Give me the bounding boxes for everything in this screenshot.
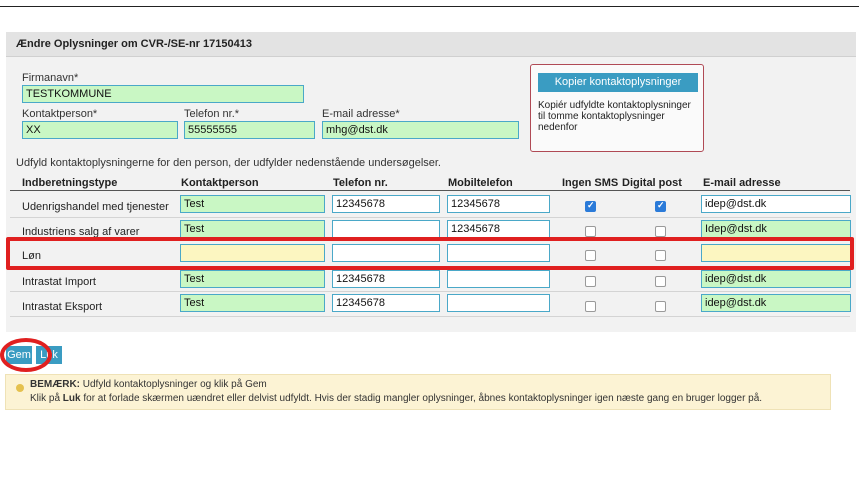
row-phone-input[interactable] (332, 294, 440, 312)
col-header-contact: Kontaktperson (181, 177, 259, 189)
firmanavn-label: Firmanavn* (22, 72, 79, 84)
row-type-label: Intrastat Import (22, 276, 96, 288)
row-mobile-input[interactable] (447, 220, 550, 238)
notice-line-2-prefix: Klik på (30, 393, 63, 404)
col-header-digital-post: Digital post (622, 177, 682, 189)
digital-post-checkbox[interactable] (655, 200, 666, 212)
highlight-circle (0, 338, 52, 372)
contact-person-label: Kontaktperson* (22, 108, 98, 120)
row-divider (10, 316, 850, 317)
row-email-input[interactable] (701, 195, 851, 213)
row-phone-input[interactable] (332, 220, 440, 238)
row-contact-input[interactable] (180, 294, 325, 312)
row-email-input[interactable] (701, 270, 851, 288)
row-divider (10, 217, 850, 218)
row-type-label: Intrastat Eksport (22, 301, 103, 313)
notice-box: BEMÆRK: Udfyld kontaktoplysninger og kli… (5, 374, 831, 410)
email-input[interactable] (322, 121, 519, 139)
no-sms-checkbox[interactable] (585, 301, 596, 312)
firmanavn-input[interactable] (22, 85, 304, 103)
row-mobile-input[interactable] (447, 270, 550, 288)
digital-post-checkbox[interactable] (655, 226, 666, 237)
panel-header: Ændre Oplysninger om CVR-/SE-nr 17150413 (6, 32, 856, 57)
row-phone-input[interactable] (332, 270, 440, 288)
row-type-label: Udenrigshandel med tjenester (22, 201, 169, 213)
col-header-no-sms: Ingen SMS (562, 177, 619, 189)
instruction-text: Udfyld kontaktoplysningerne for den pers… (16, 157, 441, 169)
contact-person-input[interactable] (22, 121, 178, 139)
notice-line-2: Klik på Luk for at forlade skærmen uændr… (30, 393, 762, 404)
lightbulb-icon (16, 384, 24, 392)
phone-label: Telefon nr.* (184, 108, 240, 120)
row-phone-input[interactable] (332, 195, 440, 213)
row-contact-input[interactable] (180, 270, 325, 288)
row-mobile-input[interactable] (447, 294, 550, 312)
copy-contact-button[interactable]: Kopier kontaktoplysninger (538, 73, 698, 92)
top-divider (0, 6, 859, 7)
col-header-mobile: Mobiltelefon (448, 177, 513, 189)
notice-line-2-text: for at forlade skærmen uændret eller del… (80, 393, 763, 404)
row-contact-input[interactable] (180, 195, 325, 213)
copy-contact-description: Kopiér udfyldte kontaktoplysninger til t… (538, 100, 691, 133)
notice-bold-label: BEMÆRK: (30, 379, 80, 390)
header-divider (10, 190, 850, 191)
row-email-input[interactable] (701, 220, 851, 238)
col-header-phone: Telefon nr. (333, 177, 388, 189)
email-label: E-mail adresse* (322, 108, 400, 120)
row-email-input[interactable] (701, 294, 851, 312)
panel-title: Ændre Oplysninger om CVR-/SE-nr 17150413 (16, 38, 252, 50)
notice-line-1-text: Udfyld kontaktoplysninger og klik på Gem (80, 379, 267, 390)
no-sms-checkbox[interactable] (585, 276, 596, 287)
col-header-email: E-mail adresse (703, 177, 781, 189)
highlight-rectangle (6, 237, 854, 270)
row-divider (10, 291, 850, 292)
no-sms-checkbox[interactable] (585, 200, 596, 212)
phone-input[interactable] (184, 121, 315, 139)
row-mobile-input[interactable] (447, 195, 550, 213)
col-header-type: Indberetningstype (22, 177, 118, 189)
no-sms-checkbox[interactable] (585, 226, 596, 237)
notice-line-1: BEMÆRK: Udfyld kontaktoplysninger og kli… (30, 379, 267, 390)
notice-luk-label: Luk (62, 393, 81, 404)
digital-post-checkbox[interactable] (655, 276, 666, 287)
digital-post-checkbox[interactable] (655, 301, 666, 312)
row-contact-input[interactable] (180, 220, 325, 238)
